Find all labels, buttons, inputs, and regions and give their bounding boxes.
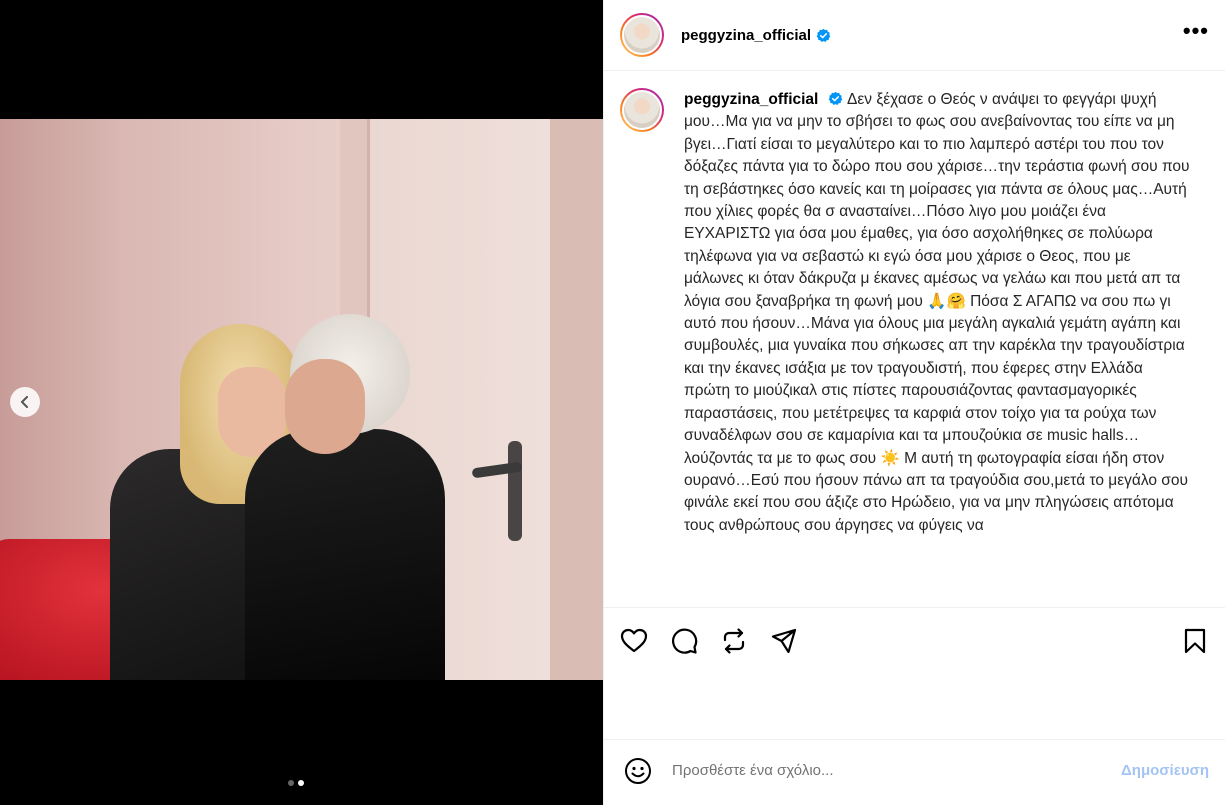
caption-line: την έκανες ισάξια με τον τραγουδιστή, πο… [708,359,1087,377]
caption-avatar[interactable] [620,88,664,132]
caption-line: εκεί που σου άξιζε στο Ηρώδειο, για να μ… [733,494,1109,512]
repost-icon [723,628,745,654]
photo-wall [550,119,603,680]
likes-section [604,674,1225,740]
share-icon [771,628,797,654]
carousel-indicator [288,780,304,786]
carousel-dot-active [298,780,304,786]
avatar[interactable] [620,13,664,57]
caption-text: peggyzina_official Δεν ξέχασε ο Θεός ν α… [684,89,1209,607]
avatar-image [622,15,662,55]
pray-emoji: 🙏 [927,292,947,310]
verified-badge-icon [828,91,843,105]
more-options-button[interactable]: ••• [1183,20,1209,44]
repost-button[interactable] [720,627,748,655]
caption-line: Δεν ξέχασε ο Θεός ν ανάψει το φεγγάρι [847,91,1116,108]
verified-badge-icon [816,28,831,42]
photo-person-right-body [245,429,445,680]
comment-input[interactable] [672,762,1121,779]
photo-person-right-face [285,359,365,454]
caption-username[interactable]: peggyzina_official [684,91,818,108]
like-button[interactable] [620,627,648,655]
action-bar [604,608,1225,674]
hug-emoji: 🤗 [946,292,966,310]
post-photo[interactable] [0,119,603,680]
avatar-image [622,90,662,130]
carousel-dot [288,780,294,786]
caption-line: χίλιες φορές θα σ ανασταίνει…Πόσο λιγο μ… [715,203,1107,221]
bookmark-icon [1184,628,1206,654]
post-comment-button[interactable]: Δημοσίευση [1121,762,1209,779]
instagram-post-dialog: peggyzina_official ••• peggyzina_officia… [0,0,1225,805]
caption-area: peggyzina_official Δεν ξέχασε ο Θεός ν α… [604,71,1225,608]
comment-bar: Δημοσίευση [604,740,1225,801]
header-username[interactable]: peggyzina_official [681,27,811,44]
comment-button[interactable] [670,627,698,655]
chevron-left-icon [21,396,28,408]
save-button[interactable] [1181,627,1209,655]
post-side-panel: peggyzina_official ••• peggyzina_officia… [603,0,1225,805]
emoji-button[interactable] [624,757,652,785]
heart-icon [620,628,648,653]
post-header: peggyzina_official ••• [604,0,1225,71]
comment-icon [672,628,698,654]
sun-emoji: ☀️ [880,449,900,467]
share-button[interactable] [770,627,798,655]
caption-line: ΕΥΧΑΡΙΣΤΩ για όσα μου έμαθες, για όσο ασ… [684,225,1084,243]
carousel-prev-button[interactable] [10,387,40,417]
smiley-icon [625,757,651,784]
media-pane [0,0,603,805]
photo-door-plate [508,441,522,541]
